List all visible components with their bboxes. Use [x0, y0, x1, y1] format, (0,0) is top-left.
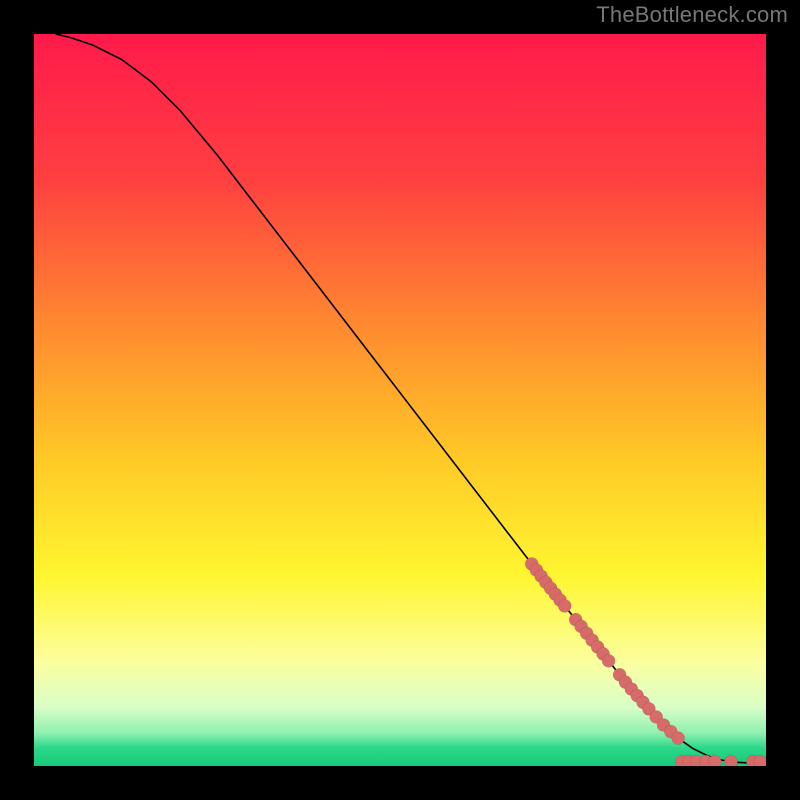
plot-background — [34, 34, 766, 766]
chart-stage: TheBottleneck.com — [0, 0, 800, 800]
curve-dot — [602, 654, 615, 667]
baseline-dot — [724, 755, 737, 766]
curve-dot — [672, 732, 685, 745]
curve-dot — [558, 599, 571, 612]
attribution-label: TheBottleneck.com — [596, 2, 788, 28]
baseline-dot — [754, 755, 766, 766]
bottleneck-chart — [34, 34, 766, 766]
baseline-dot — [708, 755, 721, 766]
